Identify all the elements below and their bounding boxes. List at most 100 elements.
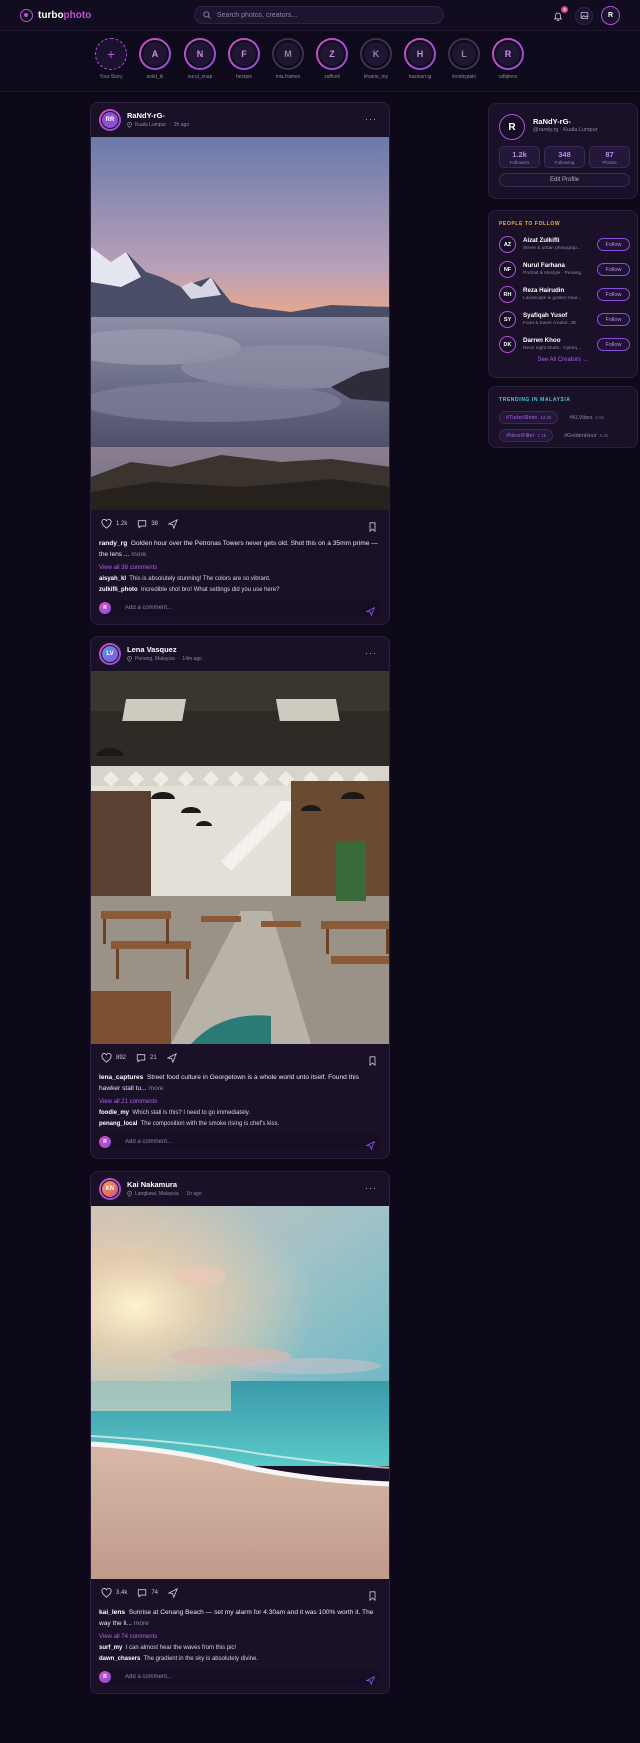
view-all-comments[interactable]: View all 74 comments <box>91 1634 389 1640</box>
stat-following[interactable]: 348 Following <box>544 146 585 168</box>
location-pin-icon <box>127 1191 132 1197</box>
post-image-cafe[interactable] <box>91 671 390 1044</box>
user-avatar[interactable]: R <box>601 6 620 25</box>
follow-button[interactable]: Follow <box>597 288 630 301</box>
bookmark-button[interactable] <box>368 519 377 537</box>
suggestion-name[interactable]: Reza Hairudin <box>523 287 564 294</box>
story-label: nurul_snap <box>187 74 213 80</box>
story-item[interactable]: Rrafiqlens <box>486 38 530 80</box>
search-icon <box>203 11 211 19</box>
more-link[interactable]: more <box>148 1085 163 1092</box>
suggestion-item: RH Reza Hairudin Landscape & golden hour..… <box>499 285 630 305</box>
like-button[interactable]: 3.4k <box>101 1588 127 1598</box>
stat-followers[interactable]: 1.2k Followers <box>499 146 540 168</box>
story-item[interactable]: Kkhairie_my <box>354 38 398 80</box>
post-avatar[interactable]: KN <box>99 1178 121 1200</box>
send-comment-button[interactable] <box>365 603 376 621</box>
send-comment-button[interactable] <box>365 1137 376 1155</box>
suggestion-name[interactable]: Nurul Farhana <box>523 262 565 269</box>
bookmark-button[interactable] <box>368 1053 377 1071</box>
story-item[interactable]: Llensbypaki <box>442 38 486 80</box>
more-options-icon[interactable]: ··· <box>365 649 377 658</box>
comment-count: 21 <box>150 1055 157 1061</box>
trending-tag[interactable]: #NeonFilter 7.1k <box>499 429 553 442</box>
story-item[interactable]: Zzaffcell <box>310 38 354 80</box>
view-all-comments[interactable]: View all 38 comments <box>91 565 389 571</box>
share-button[interactable] <box>166 1053 177 1063</box>
add-comment-row: R <box>99 1134 381 1151</box>
post-caption: lena_captures Street food culture in Geo… <box>99 1074 359 1092</box>
comment-input[interactable] <box>125 603 345 613</box>
follow-button[interactable]: Follow <box>597 238 630 251</box>
search-bar[interactable] <box>194 6 444 24</box>
story-item[interactable]: Hhazwan.ig <box>398 38 442 80</box>
send-icon <box>166 1053 177 1063</box>
send-comment-button[interactable] <box>365 1672 376 1690</box>
post-card: LV Lena Vasquez Penang, Malaysia · 14m ago… <box>90 636 390 1159</box>
trending-tag[interactable]: #KLVibes 9.8k <box>563 411 610 424</box>
profile-name[interactable]: RaNdY-rG- <box>533 117 571 126</box>
story-item[interactable]: Mmia.frames <box>266 38 310 80</box>
comment-input[interactable] <box>125 1137 345 1147</box>
post-image-beach[interactable] <box>91 1206 390 1579</box>
comment-count: 74 <box>151 1590 159 1596</box>
bookmark-button[interactable] <box>368 1588 377 1606</box>
suggestion-name[interactable]: Syafiqah Yusof <box>523 312 567 319</box>
follow-button[interactable]: Follow <box>597 338 630 351</box>
suggestion-name[interactable]: Aizat Zulkifli <box>523 237 559 244</box>
more-link[interactable]: more <box>131 551 146 558</box>
profile-card: R RaNdY-rG- @randy.rg · Kuala Lumpur 1.2… <box>488 103 638 199</box>
see-all-creators-link[interactable]: See All Creators → <box>489 357 637 363</box>
story-your[interactable]: + Your Story <box>89 38 133 80</box>
commenter-avatar: R <box>99 1671 111 1683</box>
trending-tag[interactable]: #GoldenHour 6.2k <box>558 429 614 442</box>
comment-input[interactable] <box>125 1672 345 1682</box>
comment-button[interactable]: 38 <box>137 519 158 529</box>
story-label: zaffcell <box>324 74 340 80</box>
post-username[interactable]: Lena Vasquez <box>127 645 177 654</box>
more-options-icon[interactable]: ··· <box>365 115 377 124</box>
like-button[interactable]: 892 <box>101 1053 126 1063</box>
suggestion-avatar[interactable]: RH <box>499 286 516 303</box>
comment-button[interactable]: 74 <box>137 1588 158 1598</box>
more-options-icon[interactable]: ··· <box>365 1184 377 1193</box>
view-all-comments[interactable]: View all 21 comments <box>91 1099 389 1105</box>
comment-button[interactable]: 21 <box>136 1053 157 1063</box>
profile-avatar[interactable]: R <box>499 114 525 140</box>
story-item[interactable]: Ffarizpix <box>222 38 266 80</box>
post-username[interactable]: RaNdY-rG- <box>127 111 165 120</box>
trending-tag[interactable]: #TurboShots 14.2k <box>499 411 559 424</box>
upload-button[interactable] <box>575 6 593 25</box>
suggestion-name[interactable]: Darren Khoo <box>523 337 560 344</box>
follow-button[interactable]: Follow <box>597 313 630 326</box>
story-label: aviid_kl <box>146 74 164 80</box>
follow-button[interactable]: Follow <box>597 263 630 276</box>
post-username[interactable]: Kai Nakamura <box>127 1180 177 1189</box>
like-button[interactable]: 1.2k <box>101 519 127 529</box>
post-time: 14m ago <box>182 656 202 662</box>
share-button[interactable] <box>168 519 178 529</box>
notifications-button[interactable]: 3 <box>549 5 568 25</box>
post-card: RR RaNdY-rG- Kuala Lumpur · 2h ago ··· 1.2… <box>90 102 390 625</box>
post-avatar[interactable]: LV <box>99 643 121 665</box>
post-image-mountains[interactable] <box>91 137 390 510</box>
suggestion-avatar[interactable]: NF <box>499 261 516 278</box>
more-link[interactable]: more <box>134 1620 149 1627</box>
post-avatar[interactable]: RR <box>99 109 121 131</box>
suggestion-avatar[interactable]: AZ <box>499 236 516 253</box>
stat-photos[interactable]: 87 Photos <box>589 146 630 168</box>
comment-icon <box>136 1054 146 1063</box>
like-count: 892 <box>116 1055 127 1061</box>
search-input[interactable] <box>217 11 417 19</box>
suggestion-desc: Landscape & golden hour... <box>523 296 582 301</box>
suggestion-item: SY Syafiqah Yusof Food & travel creator, J… <box>499 310 630 330</box>
post-caption: kai_lens Sunrise at Cenang Beach — set m… <box>99 1609 374 1627</box>
suggestion-avatar[interactable]: SY <box>499 311 516 328</box>
logo[interactable]: turbophoto <box>20 9 91 22</box>
suggestion-desc: Street & urban photograp... <box>523 246 581 251</box>
share-button[interactable] <box>168 1588 178 1598</box>
edit-profile-button[interactable]: Edit Profile <box>499 173 630 187</box>
story-item[interactable]: Aaviid_kl <box>133 38 177 80</box>
suggestion-avatar[interactable]: DK <box>499 336 516 353</box>
story-item[interactable]: Nnurul_snap <box>178 38 222 80</box>
